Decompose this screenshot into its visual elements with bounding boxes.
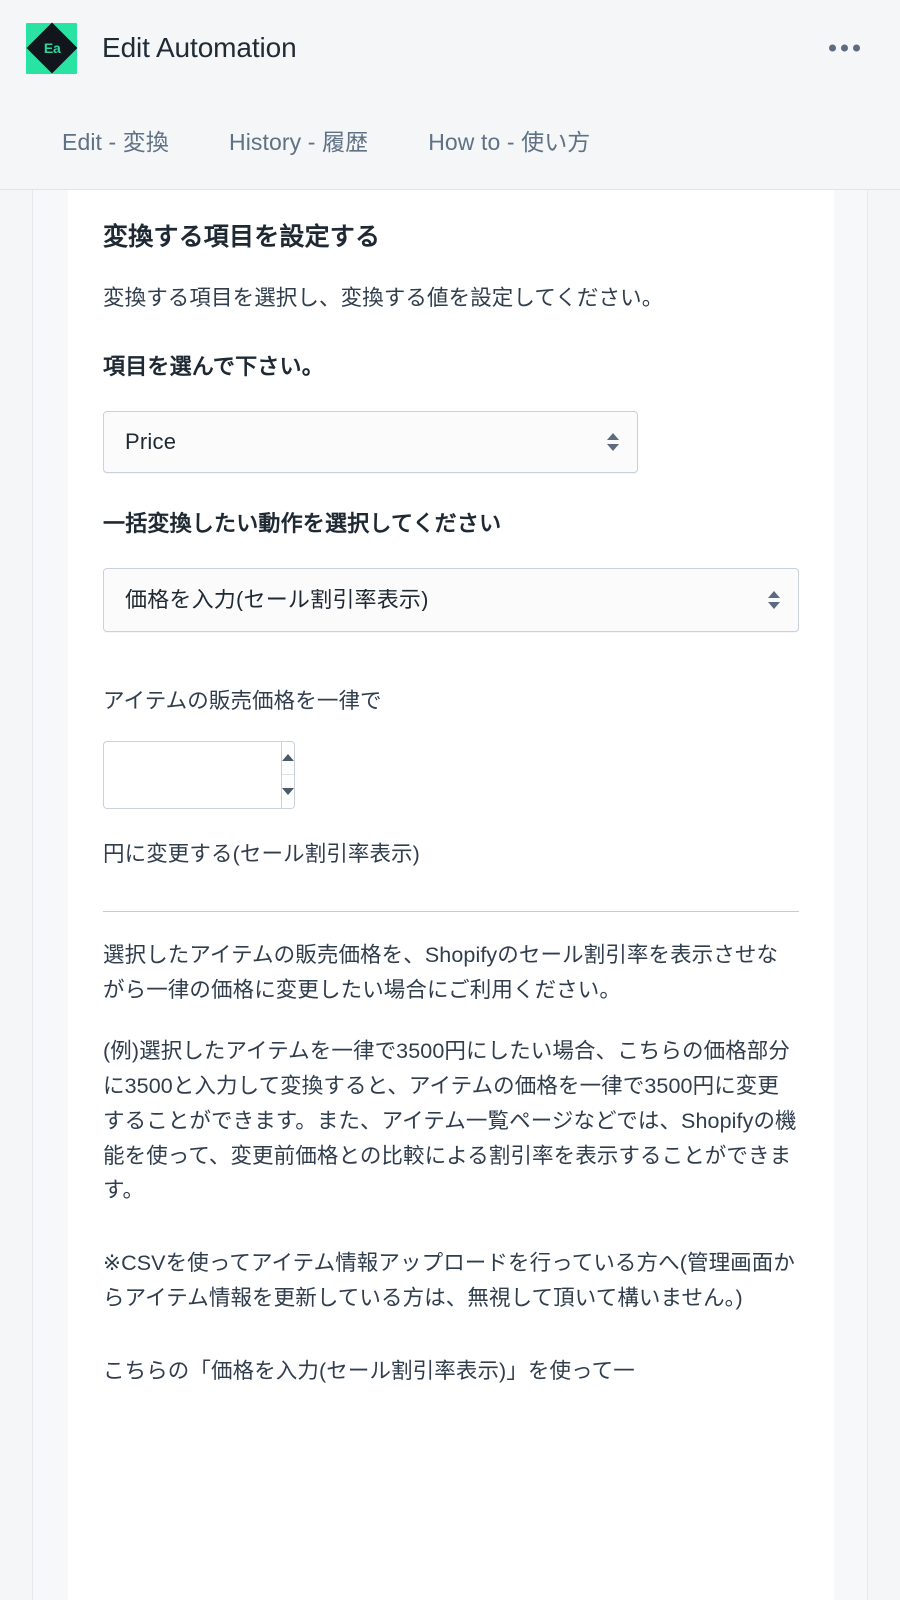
logo-text: Ea xyxy=(43,40,60,56)
left-gutter xyxy=(33,190,68,1600)
page-title: Edit Automation xyxy=(102,32,297,63)
ellipsis-horizontal-icon[interactable] xyxy=(825,37,864,60)
price-prefix-label: アイテムの販売価格を一律で xyxy=(103,688,382,713)
price-stepper-buttons[interactable] xyxy=(281,740,295,809)
section-description: 変換する項目を選択し、変換する値を設定してください。 xyxy=(103,286,664,310)
right-divider-line xyxy=(867,190,868,1600)
help-paragraph-4: こちらの「価格を入力(セール割引率表示)」を使って一 xyxy=(103,1358,635,1383)
field-select-label: 項目を選んで下さい。 xyxy=(103,353,324,379)
help-paragraph-3: ※CSVを使ってアイテム情報アップロードを行っている方へ(管理画面からアイテム情… xyxy=(103,1251,795,1311)
triangle-down-icon xyxy=(282,787,294,795)
stepper-increment-button[interactable] xyxy=(282,742,294,775)
app-header: Ea Edit Automation xyxy=(0,0,900,96)
action-select-label: 一括変換したい動作を選択してください xyxy=(103,510,502,536)
help-paragraph-1: 選択したアイテムの販売価格を、Shopifyのセール割引率を表示させながら一律の… xyxy=(103,943,779,1003)
price-stepper[interactable] xyxy=(103,740,295,809)
field-select[interactable]: Price xyxy=(103,410,638,473)
chevron-updown-icon xyxy=(607,432,619,451)
tab-how-to[interactable]: How to - 使い方 xyxy=(426,125,592,160)
stepper-decrement-button[interactable] xyxy=(282,775,294,808)
field-select-value: Price xyxy=(125,430,177,453)
section-title: 変換する項目を設定する xyxy=(103,223,381,251)
content-divider xyxy=(103,911,799,913)
price-input[interactable] xyxy=(103,740,281,809)
right-gutter xyxy=(834,190,867,1600)
tab-history[interactable]: History - 履歴 xyxy=(227,125,370,160)
triangle-up-icon xyxy=(282,754,294,762)
tab-edit[interactable]: Edit - 変換 xyxy=(60,125,171,160)
left-divider-line xyxy=(32,190,33,1600)
price-suffix-label: 円に変更する(セール割引率表示) xyxy=(103,841,420,866)
logo-diamond-shape: Ea xyxy=(26,22,77,74)
app-logo-icon: Ea xyxy=(26,22,77,74)
app-window: Ea Edit Automation Edit - 変換 History - 履… xyxy=(0,0,900,1600)
help-paragraph-2: (例)選択したアイテムを一律で3500円にしたい場合、こちらの価格部分に3500… xyxy=(103,1039,797,1203)
settings-card: 変換する項目を設定する 変換する項目を選択し、変換する値を設定してください。 項… xyxy=(68,190,834,1600)
tab-bar: Edit - 変換 History - 履歴 How to - 使い方 xyxy=(0,96,900,190)
chevron-updown-icon xyxy=(768,590,780,609)
action-select-value: 価格を入力(セール割引率表示) xyxy=(125,588,429,611)
action-select[interactable]: 価格を入力(セール割引率表示) xyxy=(103,567,799,632)
content-scroll-region[interactable]: 変換する項目を設定する 変換する項目を選択し、変換する値を設定してください。 項… xyxy=(0,190,900,1600)
